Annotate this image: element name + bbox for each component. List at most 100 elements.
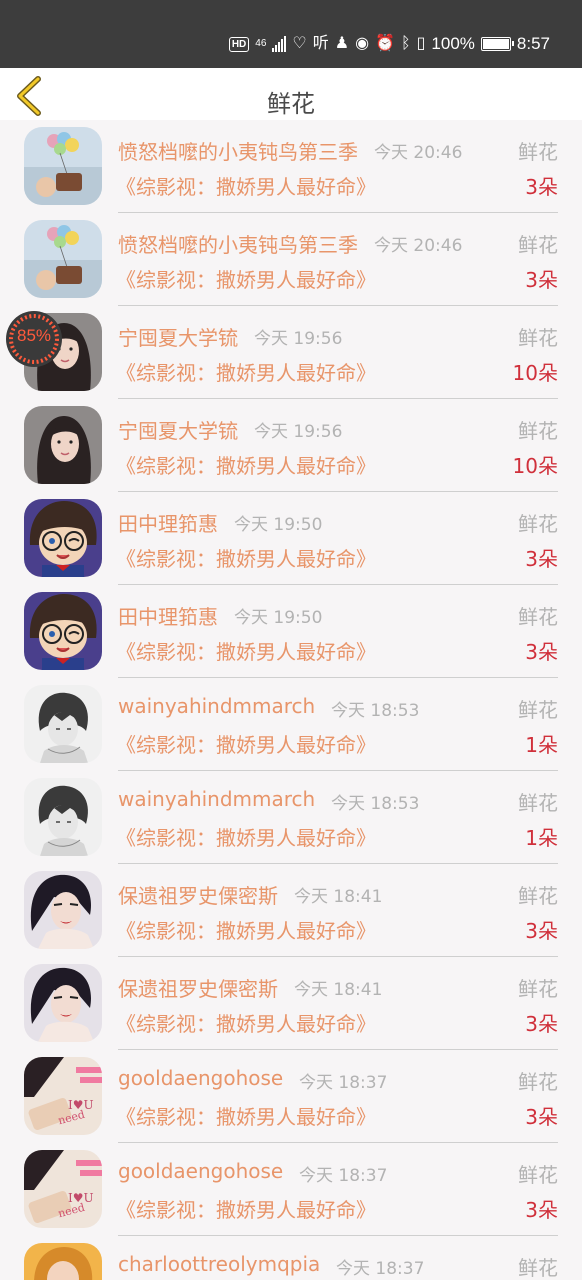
listen-icon: 听 bbox=[312, 35, 329, 52]
timestamp: 今天 19:56 bbox=[254, 422, 343, 442]
timestamp: 今天 18:53 bbox=[331, 794, 420, 814]
user-name[interactable]: 保遗祖罗史傈密斯 bbox=[118, 973, 278, 1002]
book-title[interactable]: 《综影视：撒娇男人最好命》 bbox=[116, 543, 376, 572]
hd-icon: HD bbox=[228, 36, 250, 52]
timestamp: 今天 18:53 bbox=[331, 701, 420, 721]
timestamp: 今天 19:50 bbox=[234, 515, 323, 535]
user-name[interactable]: wainyahindmmarch bbox=[118, 787, 315, 811]
flower-count: 3朵 bbox=[525, 547, 558, 571]
list-item[interactable]: 保遗祖罗史傈密斯 今天 18:41 鲜花 《综影视：撒娇男人最好命》 3朵 bbox=[0, 864, 582, 957]
list-item[interactable]: 田中理筘惠 今天 19:50 鲜花《综影视：撒娇男人最好命》 3朵 bbox=[0, 492, 582, 585]
gift-type: 鲜花 bbox=[518, 1163, 558, 1187]
user-name[interactable]: gooldaengohose bbox=[118, 1066, 283, 1090]
flower-record-list: 愤怒档嚒的小夷钝鸟第三季 今天 20:46 鲜花 《综影视：撒娇男人最好命》 3朵 愤怒档… bbox=[0, 120, 582, 1280]
battery-icon bbox=[480, 37, 514, 51]
gift-type: 鲜花 bbox=[518, 233, 558, 257]
avatar[interactable] bbox=[24, 499, 102, 577]
list-item[interactable]: 宁囤夏大学锍 今天 19:56 鲜花 《综影视：撒娇男人最好命》 10朵 bbox=[0, 306, 582, 399]
book-title[interactable]: 《综影视：撒娇男人最好命》 bbox=[116, 171, 376, 200]
vibrate-icon: ▯ bbox=[416, 35, 426, 52]
gift-type: 鲜花 bbox=[518, 977, 558, 1001]
qq-icon: ♟ bbox=[334, 35, 350, 52]
book-title[interactable]: 《综影视：撒娇男人最好命》 bbox=[116, 729, 376, 758]
user-name[interactable]: 保遗祖罗史傈密斯 bbox=[118, 880, 278, 909]
gift-type: 鲜花 bbox=[518, 698, 558, 722]
avatar[interactable] bbox=[24, 592, 102, 670]
flower-count: 10朵 bbox=[512, 454, 558, 478]
status-icons: HD 46 ♡ 听 ♟ ◉ ⏰ ᛒ ▯ 100% 8:57 bbox=[228, 32, 550, 56]
flower-count: 1朵 bbox=[525, 826, 558, 850]
flower-count: 3朵 bbox=[525, 268, 558, 292]
avatar[interactable] bbox=[24, 127, 102, 205]
user-name[interactable]: 宁囤夏大学锍 bbox=[118, 415, 238, 444]
flower-count: 3朵 bbox=[525, 175, 558, 199]
user-name[interactable]: 田中理筘惠 bbox=[118, 508, 218, 537]
flower-count: 3朵 bbox=[525, 640, 558, 664]
user-name[interactable]: wainyahindmmarch bbox=[118, 694, 315, 718]
avatar[interactable] bbox=[24, 778, 102, 856]
user-name[interactable]: 宁囤夏大学锍 bbox=[118, 322, 238, 351]
flower-count: 3朵 bbox=[525, 1012, 558, 1036]
eye-icon: ◉ bbox=[355, 35, 370, 52]
bluetooth-icon: ᛒ bbox=[401, 35, 411, 52]
progress-percent: 85% bbox=[16, 326, 52, 345]
avatar[interactable] bbox=[24, 406, 102, 484]
timestamp: 今天 20:46 bbox=[374, 236, 463, 256]
book-title[interactable]: 《综影视：撒娇男人最好命》 bbox=[116, 822, 376, 851]
gift-type: 鲜花 bbox=[518, 1256, 558, 1280]
list-item[interactable]: wainyahindmmarch 今天 18:53 鲜花《综影视：撒娇男人最好命》 1… bbox=[0, 771, 582, 864]
timestamp: 今天 18:37 bbox=[299, 1166, 388, 1186]
list-item[interactable]: 保遗祖罗史傈密斯 今天 18:41 鲜花《综影视：撒娇男人最好命》 3朵 bbox=[0, 957, 582, 1050]
avatar[interactable] bbox=[24, 964, 102, 1042]
gift-type: 鲜花 bbox=[518, 512, 558, 536]
gift-type: 鲜花 bbox=[518, 791, 558, 815]
list-item[interactable]: 宁囤夏大学锍 今天 19:56 鲜花 《综影视：撒娇男人最好命》 10朵 bbox=[0, 399, 582, 492]
book-title[interactable]: 《综影视：撒娇男人最好命》 bbox=[116, 636, 376, 665]
book-title[interactable]: 《综影视：撒娇男人最好命》 bbox=[116, 357, 376, 386]
list-item[interactable]: 田中理筘惠 今天 19:50 鲜花 《综影视：撒娇男人最好命》 3朵 bbox=[0, 585, 582, 678]
book-title[interactable]: 《综影视：撒娇男人最好命》 bbox=[116, 450, 376, 479]
gift-type: 鲜花 bbox=[518, 884, 558, 908]
avatar[interactable] bbox=[24, 871, 102, 949]
list-item[interactable]: wainyahindmmarch 今天 18:53 鲜花《综影视：撒娇男人最好命》 1… bbox=[0, 678, 582, 771]
book-title[interactable]: 《综影视：撒娇男人最好命》 bbox=[116, 264, 376, 293]
user-name[interactable]: charloottreolymqpia bbox=[118, 1252, 320, 1276]
network-type: 46 bbox=[255, 38, 267, 49]
timestamp: 今天 19:56 bbox=[254, 329, 343, 349]
list-item[interactable]: I♥U need gooldaengohose 今天 18:37 鲜花《综影视：撒娇男人… bbox=[0, 1050, 582, 1143]
page-title: 鲜花 bbox=[267, 90, 315, 118]
list-item[interactable]: 愤怒档嚒的小夷钝鸟第三季 今天 20:46 鲜花《综影视：撒娇男人最好命》 3朵 bbox=[0, 120, 582, 213]
timestamp: 今天 18:41 bbox=[294, 980, 383, 1000]
gift-type: 鲜花 bbox=[518, 326, 558, 350]
list-item[interactable]: I♥U need gooldaengohose 今天 18:37 鲜花《综影视：撒娇男人… bbox=[0, 1143, 582, 1236]
flower-count: 3朵 bbox=[525, 1105, 558, 1129]
user-name[interactable]: 愤怒档嚒的小夷钝鸟第三季 bbox=[118, 136, 358, 165]
avatar[interactable] bbox=[24, 685, 102, 763]
avatar[interactable]: I♥U need bbox=[24, 1150, 102, 1228]
book-title[interactable]: 《综影视：撒娇男人最好命》 bbox=[116, 1194, 376, 1223]
user-name[interactable]: gooldaengohose bbox=[118, 1159, 283, 1183]
avatar[interactable] bbox=[24, 1243, 102, 1280]
floating-progress-badge[interactable]: 85% bbox=[6, 311, 62, 367]
gift-type: 鲜花 bbox=[518, 140, 558, 164]
clock: 8:57 bbox=[516, 34, 550, 53]
list-item[interactable]: 愤怒档嚒的小夷钝鸟第三季 今天 20:46 鲜花《综影视：撒娇男人最好命》 3朵 bbox=[0, 213, 582, 306]
battery-percent: 100% bbox=[431, 34, 475, 53]
wifi-icon: ♡ bbox=[292, 35, 307, 52]
timestamp: 今天 20:46 bbox=[374, 143, 463, 163]
flower-count: 1朵 bbox=[525, 733, 558, 757]
user-name[interactable]: 田中理筘惠 bbox=[118, 601, 218, 630]
book-title[interactable]: 《综影视：撒娇男人最好命》 bbox=[116, 915, 376, 944]
book-title[interactable]: 《综影视：撒娇男人最好命》 bbox=[116, 1008, 376, 1037]
book-title[interactable]: 《综影视：撒娇男人最好命》 bbox=[116, 1101, 376, 1130]
gift-type: 鲜花 bbox=[518, 1070, 558, 1094]
list-item[interactable]: charloottreolymqpia 今天 18:37 鲜花 bbox=[0, 1236, 582, 1280]
timestamp: 今天 18:41 bbox=[294, 887, 383, 907]
avatar[interactable]: I♥U need bbox=[24, 1057, 102, 1135]
avatar[interactable] bbox=[24, 220, 102, 298]
timestamp: 今天 18:37 bbox=[299, 1073, 388, 1093]
user-name[interactable]: 愤怒档嚒的小夷钝鸟第三季 bbox=[118, 229, 358, 258]
page-header: 鲜花 bbox=[0, 68, 582, 120]
signal-icon bbox=[272, 36, 287, 52]
timestamp: 今天 18:37 bbox=[336, 1259, 425, 1279]
